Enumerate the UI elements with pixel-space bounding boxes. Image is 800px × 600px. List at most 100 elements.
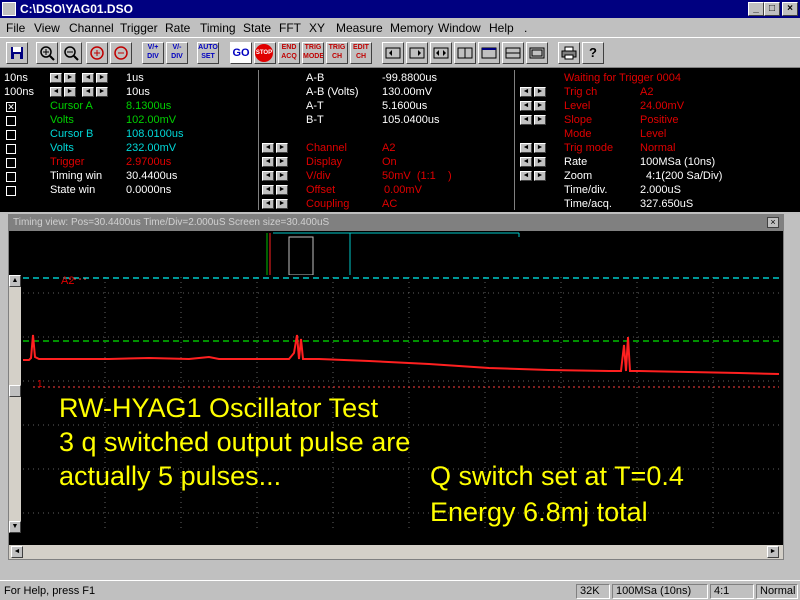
scroll-left-button[interactable]: ◄ xyxy=(11,546,23,558)
measure-value: -99.8800us xyxy=(382,72,438,84)
dec-button[interactable]: ◄ xyxy=(50,87,62,97)
trig-mode-button[interactable]: TRIG MODE xyxy=(302,42,324,64)
scroll-up-button[interactable]: ▲ xyxy=(9,275,21,287)
slope-value: Positive xyxy=(640,114,679,126)
menu-file[interactable]: File xyxy=(6,21,25,35)
inc-button[interactable]: ► xyxy=(534,115,546,125)
scroll-down-button[interactable]: ▼ xyxy=(9,521,21,533)
menu-help[interactable]: Help xyxy=(489,21,514,35)
end-acq-button[interactable]: END ACQ xyxy=(278,42,300,64)
menu-window[interactable]: Window xyxy=(438,21,481,35)
time-acq-label: Time/acq. xyxy=(564,198,612,210)
dec-button[interactable]: ◄ xyxy=(262,199,274,209)
trigger-checkbox[interactable] xyxy=(6,158,16,168)
scroll-thumb[interactable] xyxy=(9,385,21,397)
print-button[interactable] xyxy=(558,42,580,64)
title-bar: C:\DSO\YAG01.DSO _ □ × xyxy=(0,0,800,18)
zoom-out-button[interactable] xyxy=(60,42,82,64)
offset-up-button[interactable] xyxy=(86,42,108,64)
stop-button[interactable]: STOP xyxy=(254,42,276,64)
dec-button[interactable]: ◄ xyxy=(520,171,532,181)
offset-down-button[interactable] xyxy=(110,42,132,64)
go-button[interactable]: GO xyxy=(230,42,252,64)
menu-memory[interactable]: Memory xyxy=(390,21,433,35)
dec-button[interactable]: ◄ xyxy=(262,143,274,153)
window-split-button[interactable] xyxy=(502,42,524,64)
menu-fft[interactable]: FFT xyxy=(279,21,301,35)
vdiv-down-button[interactable]: V/- DIV xyxy=(166,42,188,64)
auto-set-button[interactable]: AUTO SET xyxy=(197,42,219,64)
scroll-right-button[interactable]: ► xyxy=(767,546,779,558)
menu-trigger[interactable]: Trigger xyxy=(120,21,158,35)
inc-button[interactable]: ► xyxy=(276,171,288,181)
cursor-both-button[interactable] xyxy=(430,42,452,64)
volts-b-label: Volts xyxy=(50,142,74,154)
close-button[interactable]: × xyxy=(782,2,798,16)
window-cascade-button[interactable] xyxy=(526,42,548,64)
timing-win-checkbox[interactable] xyxy=(6,172,16,182)
menu-channel[interactable]: Channel xyxy=(69,21,114,35)
inc-button[interactable]: ► xyxy=(534,157,546,167)
inc-button[interactable]: ► xyxy=(534,171,546,181)
dec-button[interactable]: ◄ xyxy=(520,143,532,153)
inc-button[interactable]: ► xyxy=(276,185,288,195)
window-single-button[interactable] xyxy=(478,42,500,64)
dec-button[interactable]: ◄ xyxy=(262,157,274,167)
dec-button[interactable]: ◄ xyxy=(50,73,62,83)
zoom-in-button[interactable] xyxy=(36,42,58,64)
cursor-b-checkbox[interactable] xyxy=(6,130,16,140)
cursor-a-checkbox[interactable]: ✕ xyxy=(6,102,16,112)
overview-svg xyxy=(266,232,520,276)
stop-icon: STOP xyxy=(255,44,273,62)
measure-label: A-B (Volts) xyxy=(306,86,359,98)
volts-a-checkbox[interactable] xyxy=(6,116,16,126)
inc-button[interactable]: ► xyxy=(64,73,76,83)
menu-bar: File View Channel Trigger Rate Timing St… xyxy=(0,18,800,37)
inc-button[interactable]: ► xyxy=(64,87,76,97)
window-tile-button[interactable] xyxy=(454,42,476,64)
trig-ch-button[interactable]: TRIG CH xyxy=(326,42,348,64)
volts-b-checkbox[interactable] xyxy=(6,144,16,154)
dec-button[interactable]: ◄ xyxy=(520,157,532,167)
inc-button[interactable]: ► xyxy=(276,143,288,153)
menu-rate[interactable]: Rate xyxy=(165,21,190,35)
menu-measure[interactable]: Measure xyxy=(336,21,383,35)
horizontal-scrollbar[interactable]: ◄ ► xyxy=(9,545,783,559)
inc-button[interactable]: ► xyxy=(96,73,108,83)
dec-button[interactable]: ◄ xyxy=(520,101,532,111)
trigger-label: Trigger xyxy=(50,156,85,168)
dec-button[interactable]: ◄ xyxy=(262,171,274,181)
cursor-left-button[interactable] xyxy=(382,42,404,64)
menu-xy[interactable]: XY xyxy=(309,21,325,35)
dec-button[interactable]: ◄ xyxy=(82,73,94,83)
menu-dot[interactable]: . xyxy=(524,21,527,35)
info-panel: 10ns ◄ ► ◄ ► 1us 100ns ◄ ► ◄ ► 10us ✕ Cu… xyxy=(0,68,800,212)
app-icon[interactable] xyxy=(2,2,16,16)
dec-button[interactable]: ◄ xyxy=(520,115,532,125)
save-button[interactable] xyxy=(6,42,28,64)
inc-button[interactable]: ► xyxy=(534,87,546,97)
state-win-checkbox[interactable] xyxy=(6,186,16,196)
timing-view-close-button[interactable]: × xyxy=(767,217,779,228)
overview-view-window[interactable] xyxy=(288,236,314,276)
minimize-button[interactable]: _ xyxy=(748,2,764,16)
menu-view[interactable]: View xyxy=(34,21,60,35)
vdiv-up-button[interactable]: V/+ DIV xyxy=(142,42,164,64)
inc-button[interactable]: ► xyxy=(276,199,288,209)
inc-button[interactable]: ► xyxy=(96,87,108,97)
menu-state[interactable]: State xyxy=(243,21,271,35)
dec-button[interactable]: ◄ xyxy=(520,87,532,97)
inc-button[interactable]: ► xyxy=(534,101,546,111)
inc-button[interactable]: ► xyxy=(276,157,288,167)
edit-ch-button[interactable]: EDIT CH xyxy=(350,42,372,64)
cursor-b-label: Cursor B xyxy=(50,128,94,140)
dec-button[interactable]: ◄ xyxy=(82,87,94,97)
dec-button[interactable]: ◄ xyxy=(262,185,274,195)
vertical-scrollbar[interactable]: ▲ ▼ xyxy=(9,275,21,533)
maximize-button[interactable]: □ xyxy=(764,2,780,16)
help-button[interactable]: ? xyxy=(582,42,604,64)
menu-timing[interactable]: Timing xyxy=(200,21,236,35)
inc-button[interactable]: ► xyxy=(534,143,546,153)
slope-label: Slope xyxy=(564,114,593,126)
cursor-right-button[interactable] xyxy=(406,42,428,64)
